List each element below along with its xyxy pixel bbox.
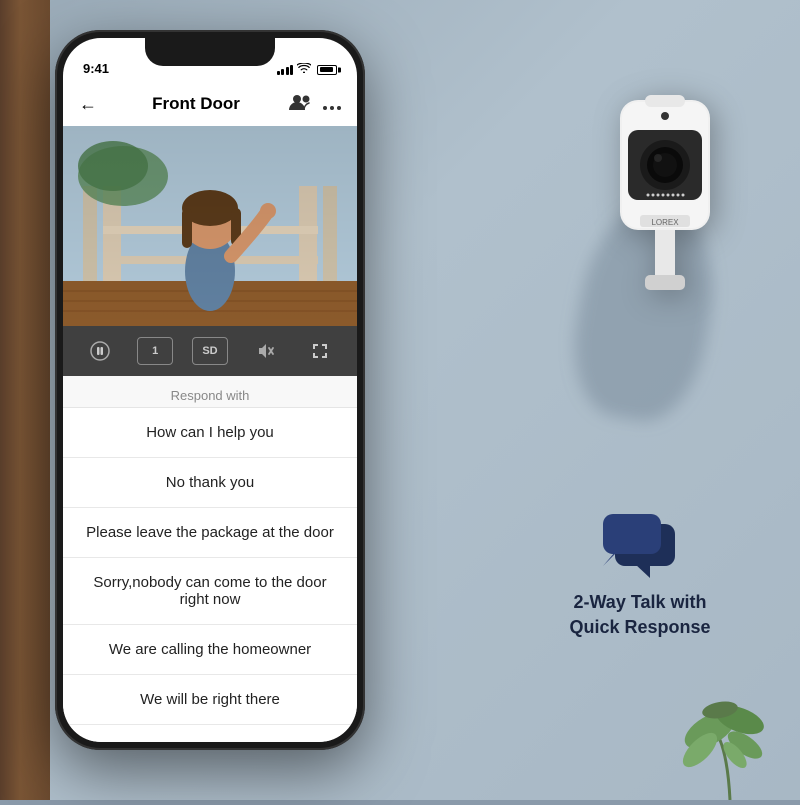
- status-icons: [277, 63, 338, 76]
- response-item-4[interactable]: Sorry,nobody can come to the door right …: [63, 558, 357, 625]
- phone-frame: 9:41: [55, 30, 365, 750]
- controls-bar: 1 SD: [63, 326, 357, 376]
- more-options-icon[interactable]: [323, 94, 341, 115]
- response-item-5[interactable]: We are calling the homeowner: [63, 625, 357, 675]
- camera-svg: LOREX: [590, 40, 740, 290]
- page-title: Front Door: [152, 94, 240, 114]
- people-icon[interactable]: [289, 94, 311, 115]
- wood-panel: [0, 0, 50, 800]
- back-button[interactable]: ←: [79, 94, 103, 115]
- svg-text:LOREX: LOREX: [651, 218, 679, 227]
- two-way-line2: Quick Response: [569, 617, 710, 637]
- signal-bars-icon: [277, 65, 294, 75]
- fullscreen-button[interactable]: [302, 337, 338, 365]
- quality-button[interactable]: 1: [137, 337, 173, 365]
- two-way-line1: 2-Way Talk with: [573, 592, 706, 612]
- response-item-3[interactable]: Please leave the package at the door: [63, 508, 357, 558]
- wifi-icon: [297, 63, 311, 76]
- camera-feed: [63, 126, 357, 326]
- sd-button[interactable]: SD: [192, 337, 228, 365]
- plant-decoration: [660, 640, 800, 800]
- two-way-talk-section: 2-Way Talk with Quick Response: [540, 506, 740, 640]
- two-way-talk-icon: [595, 506, 685, 578]
- camera-device: LOREX: [590, 40, 740, 295]
- feed-overlay: [63, 126, 357, 326]
- status-time: 9:41: [83, 61, 109, 76]
- chat-icon-wrapper: [540, 506, 740, 578]
- header-icons: [289, 94, 341, 115]
- phone-screen: 9:41: [63, 38, 357, 742]
- response-item-6[interactable]: We will be right there: [63, 675, 357, 725]
- right-section: LOREX 2-Way Talk wi: [410, 0, 800, 800]
- plant-svg: [660, 640, 800, 800]
- two-way-title: 2-Way Talk with Quick Response: [540, 590, 740, 640]
- response-item-7[interactable]: We will be there shortly: [63, 725, 357, 742]
- respond-with-label: Respond with: [63, 376, 357, 408]
- response-item-2[interactable]: No thank you: [63, 458, 357, 508]
- phone-notch: [145, 38, 275, 66]
- pause-button[interactable]: [82, 337, 118, 365]
- battery-icon: [317, 65, 337, 75]
- phone-wrapper: 9:41: [55, 30, 365, 750]
- response-panel: Respond with How can I help you No thank…: [63, 376, 357, 742]
- app-header: ← Front Door: [63, 82, 357, 126]
- response-item-1[interactable]: How can I help you: [63, 408, 357, 458]
- mute-button[interactable]: [247, 337, 283, 365]
